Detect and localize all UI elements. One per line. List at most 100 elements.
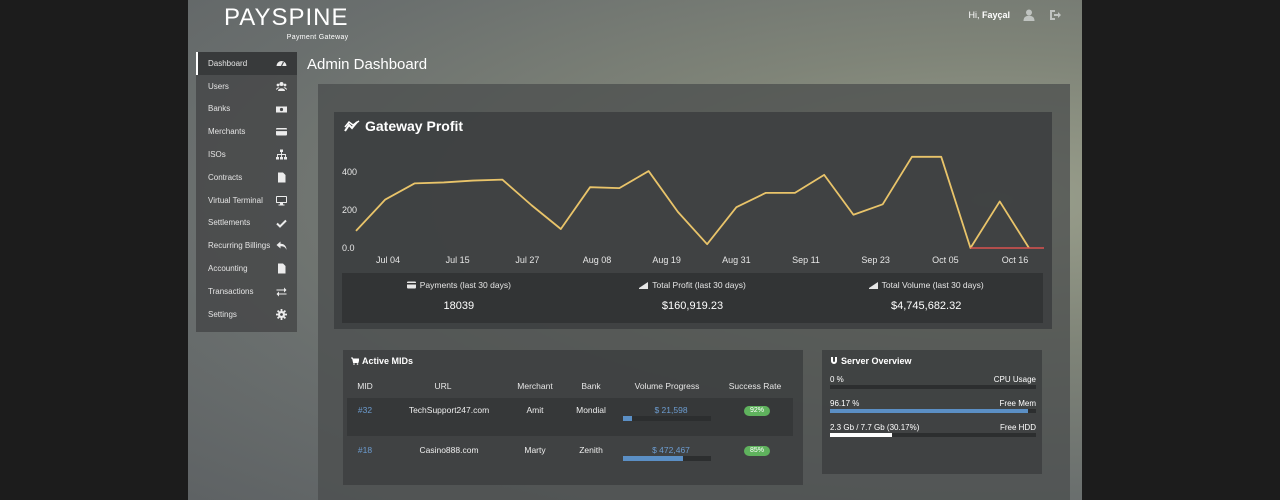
sidebar-item-banks[interactable]: Banks [196,98,297,121]
gear-icon [276,308,287,320]
sidebar-item-isos[interactable]: ISOs [196,143,297,166]
table-row: #18 Casino888.com Marty Zenith $ 472,467… [347,438,793,476]
x-tick-label: Aug 31 [722,255,751,265]
user-icon[interactable] [1022,8,1036,22]
free-hdd-label: Free HDD [999,423,1036,432]
desktop-icon [276,195,287,206]
sidebar-item-label: Users [208,81,229,91]
sidebar-item-settings[interactable]: Settings [196,303,297,326]
user-menu: Hi, Fayçal [968,8,1062,22]
sidebar-item-dashboard[interactable]: Dashboard [196,52,297,75]
x-tick-label: Oct 16 [1002,255,1029,265]
sidebar-item-label: Contracts [208,172,243,182]
sidebar-item-users[interactable]: Users [196,75,297,98]
col-url: URL [434,381,452,391]
volume-progress [623,416,711,421]
y-tick-label: 200 [342,205,357,215]
sidebar-item-transactions[interactable]: Transactions [196,280,297,303]
sidebar: Dashboard Users Banks Merchants ISOs Contract… [196,52,297,332]
col-rate: Success Rate [728,381,782,391]
y-tick-label: 400 [342,167,357,177]
sign-out-icon[interactable] [1048,8,1062,22]
file-icon [276,172,287,183]
reply-icon [276,240,287,251]
logo[interactable]: PAYSPINE Payment Gateway [224,4,349,42]
stat-profit: Total Profit (last 30 days) $160,919.23 [576,273,810,323]
profit-stats: Payments (last 30 days) 18039 Total Prof… [342,273,1043,323]
profit-title-text: Gateway Profit [365,118,464,134]
sidebar-item-label: Virtual Terminal [208,195,263,205]
col-merchant: Merchant [517,381,553,391]
free-hdd-value: 2.3 Gb / 7.7 Gb (30.17%) [830,423,920,432]
sidebar-item-accounting[interactable]: Accounting [196,257,297,280]
server-overview-title: Server Overview [830,356,912,366]
x-tick-label: Aug 08 [583,255,612,265]
x-tick-label: Sep 11 [792,255,820,265]
cart-icon [351,357,359,365]
active-mids-title: Active MIDs [351,356,413,366]
sidebar-item-label: Transactions [208,286,254,296]
col-bank: Bank [581,381,601,391]
server-overview-widget: Server Overview 0 % CPU Usage 96.17 % Fr… [822,350,1042,474]
sidebar-item-label: Banks [208,104,231,114]
sidebar-item-settlements[interactable]: Settlements [196,212,297,235]
credit-card-icon [406,281,416,289]
success-rate-badge: 85% [744,446,770,456]
cpu-usage-label: CPU Usage [993,375,1036,384]
logo-subtitle: Payment Gateway [286,34,349,41]
stat-volume: Total Volume (last 30 days) $4,745,682.3… [809,273,1043,323]
volume-link[interactable]: $ 472,467 [627,445,715,455]
sitemap-icon [276,149,287,160]
x-tick-label: Jul 27 [515,255,539,265]
stat-payments-value: 18039 [443,300,475,312]
cpu-usage-row: 0 % CPU Usage [830,375,1036,397]
profit-series-line [355,155,1030,249]
dashboard-icon [276,58,287,69]
stat-volume-value: $4,745,682.32 [891,300,962,312]
col-volume: Volume Progress [634,381,700,391]
line-chart-icon [344,120,360,132]
users-icon [276,81,287,92]
merchant-cell: Marty [524,445,546,455]
area-chart-icon [639,282,649,289]
mid-link[interactable]: #32 [355,405,375,415]
profit-title: Gateway Profit [344,118,463,134]
logo-text: PAYSPINE [224,4,349,31]
sidebar-item-label: ISOs [208,150,226,160]
sidebar-item-merchants[interactable]: Merchants [196,120,297,143]
credit-card-icon [276,126,287,137]
file-icon [276,263,287,274]
bank-cell: Mondial [576,405,606,415]
free-hdd-bar [830,433,1036,437]
volume-progress [623,456,711,461]
table-row: #32 TechSupport247.com Amit Mondial $ 21… [347,398,793,436]
sidebar-item-label: Settings [208,309,237,319]
user-name: Fayçal [981,10,1010,20]
sidebar-item-virtual-terminal[interactable]: Virtual Terminal [196,189,297,212]
sidebar-item-label: Settlements [208,218,251,228]
mid-link[interactable]: #18 [355,445,375,455]
free-mem-row: 96.17 % Free Mem [830,399,1036,421]
stat-profit-value: $160,919.23 [661,300,724,312]
money-icon [276,104,287,115]
page-title: Admin Dashboard [307,56,428,73]
volume-link[interactable]: $ 21,598 [627,405,715,415]
user-greeting: Hi, Fayçal [968,10,1010,20]
sidebar-item-label: Merchants [208,127,246,137]
stat-payments-label: Payments (last 30 days) [419,280,511,290]
x-tick-label: Aug 19 [652,255,681,265]
stat-payments: Payments (last 30 days) 18039 [342,273,576,323]
app-window: PAYSPINE Payment Gateway Hi, Fayçal Dash… [188,0,1082,500]
gateway-profit-widget: 0.0 200 400 Jul 04 Jul 15 Jul 27 Aug 08 Aug 19 A… [334,112,1052,329]
url-cell: Casino888.com [419,445,479,455]
x-tick-label: Jul 15 [446,255,470,265]
sidebar-item-label: Accounting [208,264,248,274]
check-icon [276,218,287,229]
sidebar-item-recurring-billings[interactable]: Recurring Billings [196,234,297,257]
active-mids-widget: Active MIDs MID URL Merchant Bank Volume… [343,350,803,485]
sidebar-item-contracts[interactable]: Contracts [196,166,297,189]
free-mem-value: 96.17 % [830,399,860,408]
free-mem-label: Free Mem [999,399,1036,408]
url-cell: TechSupport247.com [408,405,490,415]
y-tick-label: 0.0 [342,243,355,253]
